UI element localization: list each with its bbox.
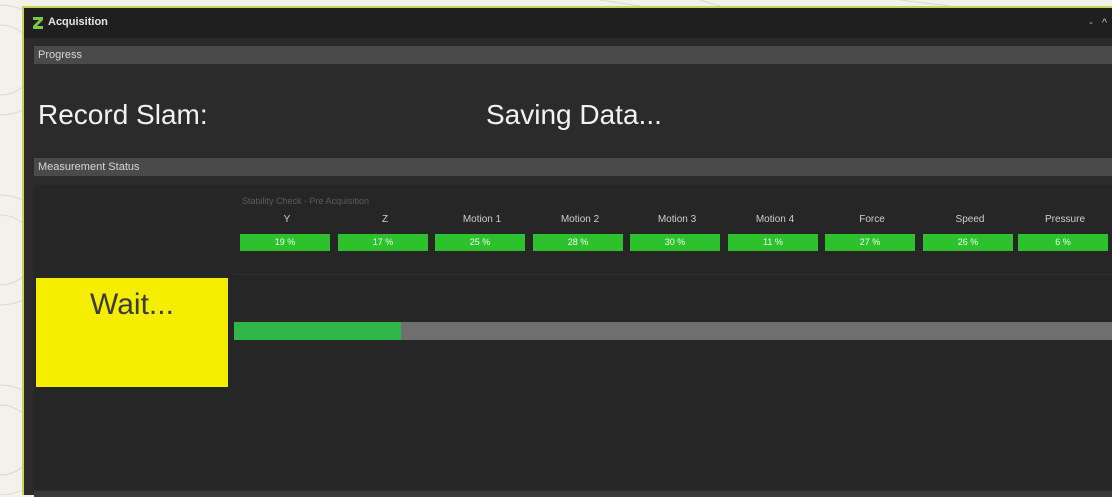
channel-label-motion-4: Motion 4	[755, 214, 795, 225]
channel-label-force: Force	[859, 214, 885, 225]
panel-divider	[234, 274, 1112, 275]
channel-label-y: Y	[283, 214, 291, 225]
window-controls[interactable]: - ^	[1089, 17, 1110, 29]
progress-section-header: Progress	[34, 46, 1112, 64]
channel-value-motion-2: 28 %	[533, 234, 623, 251]
channel-value-motion-3: 30 %	[630, 234, 720, 251]
stability-check-title: Stability Check - Pre Acquisition	[242, 196, 370, 206]
channel-label-motion-3: Motion 3	[657, 214, 697, 225]
acquisition-progress-fill	[234, 322, 401, 340]
z-logo-icon	[32, 16, 44, 30]
saving-data-status: Saving Data...	[486, 99, 662, 130]
record-slam-label: Record Slam:	[38, 99, 208, 130]
acquisition-progress-bar	[234, 322, 1112, 340]
channel-label-motion-2: Motion 2	[560, 214, 600, 225]
channel-value-pressure: 6 %	[1018, 234, 1108, 251]
title-bar: Acquisition - ^	[24, 8, 1112, 38]
channel-value-force: 27 %	[825, 234, 915, 251]
channel-value-motion-4: 11 %	[728, 234, 818, 251]
window-title: Acquisition	[48, 16, 108, 28]
measurement-status-header: Measurement Status	[34, 158, 1112, 176]
channel-value-speed: 26 %	[923, 234, 1013, 251]
wait-indicator: Wait...	[36, 278, 228, 387]
acquisition-window: Acquisition - ^ Progress Record Slam: Sa…	[22, 6, 1112, 497]
bottom-status-strip	[34, 491, 1112, 497]
channel-value-y: 19 %	[240, 234, 330, 251]
channel-label-pressure: Pressure	[1044, 214, 1085, 225]
channel-label-z: Z	[381, 214, 389, 225]
channel-value-motion-1: 25 %	[435, 234, 525, 251]
channel-value-z: 17 %	[338, 234, 428, 251]
channel-label-speed: Speed	[955, 214, 985, 225]
channel-label-motion-1: Motion 1	[462, 214, 502, 225]
